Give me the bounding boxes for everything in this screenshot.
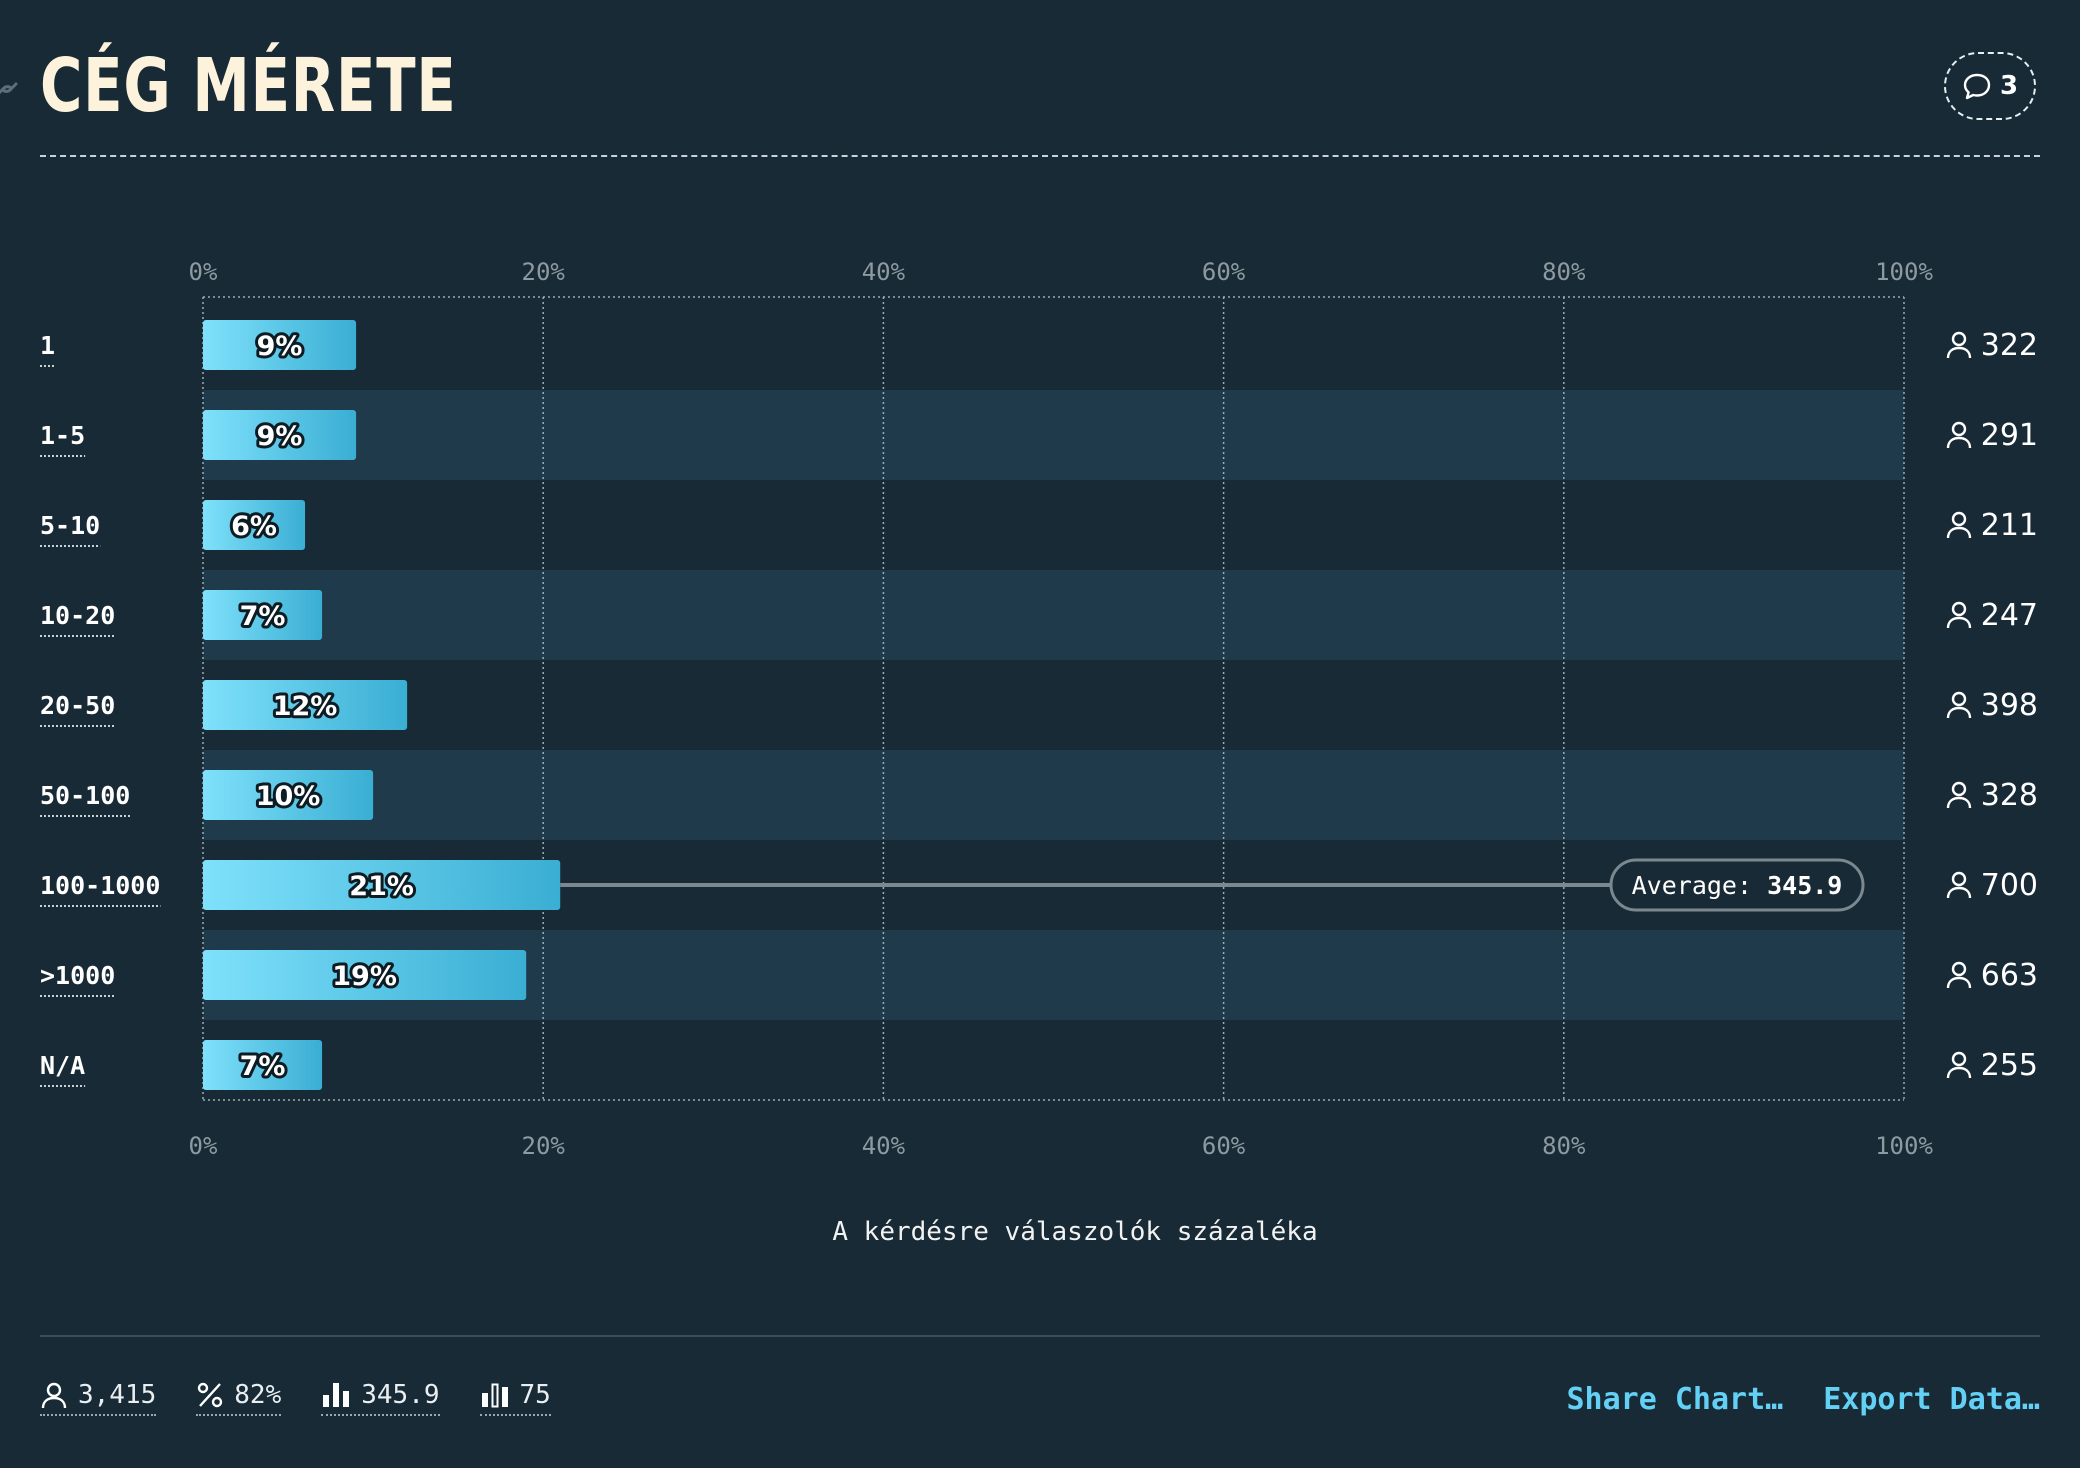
average-label-text: Average: — [1632, 871, 1767, 900]
person-icon — [1946, 331, 1972, 359]
category-label: 20-50 — [40, 691, 115, 720]
average-stat[interactable]: 345.9 — [321, 1380, 440, 1416]
bar-value-label: 21% — [349, 871, 414, 902]
respondents-stat[interactable]: 3,415 — [40, 1380, 157, 1416]
comments-button[interactable]: 3 — [1944, 52, 2036, 120]
x-tick-label-top: 60% — [1202, 258, 1246, 286]
median-stat[interactable]: 75 — [479, 1380, 551, 1416]
row-band — [203, 570, 1904, 660]
person-icon — [41, 1382, 67, 1409]
respondent-count: 322 — [1981, 328, 2038, 363]
x-tick-label-bottom: 60% — [1202, 1132, 1246, 1160]
respondent-count: 663 — [1981, 958, 2038, 993]
average-value: 345.9 — [1767, 871, 1842, 900]
person-icon — [1946, 781, 1972, 809]
percent-icon — [198, 1382, 223, 1408]
category-label: 10-20 — [40, 601, 115, 630]
x-tick-label-top: 0% — [189, 258, 218, 286]
link-icon[interactable] — [0, 72, 24, 106]
respondent-count: 247 — [1981, 598, 2038, 633]
bar-chart-icon — [323, 1383, 350, 1407]
bar-value-label: 9% — [257, 421, 303, 452]
average-label: Average: 345.9 — [1632, 871, 1843, 900]
axis-title: A kérdésre válaszolók százaléka — [832, 1217, 1318, 1247]
page-title: CÉG MÉRETE — [40, 43, 457, 129]
average-value: 345.9 — [361, 1380, 440, 1410]
person-icon — [1946, 421, 1972, 449]
respondent-count: 211 — [1981, 508, 2038, 543]
respondent-count: 700 — [1981, 868, 2038, 903]
header-divider — [40, 155, 2040, 157]
bar-value-label: 19% — [332, 961, 397, 992]
bar-value-label: 7% — [240, 1051, 286, 1082]
person-icon — [1946, 511, 1972, 539]
category-label: N/A — [40, 1051, 85, 1080]
x-tick-label-top: 20% — [522, 258, 566, 286]
category-label: 1-5 — [40, 421, 85, 450]
footer-actions: Share Chart… Export Data… — [1567, 1382, 2041, 1417]
respondent-count: 398 — [1981, 688, 2038, 723]
percentage-stat[interactable]: 82% — [196, 1380, 282, 1416]
category-label: 100-1000 — [40, 871, 160, 900]
footer-stats: 3,415 82% 345.9 75 — [40, 1380, 551, 1416]
respondent-count: 255 — [1981, 1048, 2038, 1083]
x-tick-label-bottom: 40% — [862, 1132, 906, 1160]
share-chart-link[interactable]: Share Chart… — [1567, 1382, 1784, 1417]
person-icon — [1946, 871, 1972, 899]
x-tick-label-top: 100% — [1875, 258, 1933, 286]
category-label: 5-10 — [40, 511, 100, 540]
comment-count: 3 — [1999, 71, 2019, 101]
bar-chart: 0% 0% 20% 20% 40% 40% 60% 60% 80% 80% 100% 100% Aver… — [40, 258, 2038, 1160]
person-icon — [1946, 961, 1972, 989]
person-icon — [1946, 601, 1972, 629]
row-band — [203, 750, 1904, 840]
percentage-value: 82% — [234, 1380, 282, 1410]
x-tick-label-bottom: 0% — [189, 1132, 218, 1160]
person-icon — [1946, 691, 1972, 719]
category-label: 50-100 — [40, 781, 130, 810]
bar-value-label: 12% — [273, 691, 338, 722]
respondent-count: 328 — [1981, 778, 2038, 813]
bar-value-label: 6% — [231, 511, 277, 542]
export-data-link[interactable]: Export Data… — [1823, 1382, 2040, 1417]
row-band — [203, 390, 1904, 480]
bar-chart-outline-icon — [481, 1383, 508, 1408]
bar-value-label: 7% — [240, 601, 286, 632]
person-icon — [1946, 1051, 1972, 1079]
x-tick-label-bottom: 80% — [1542, 1132, 1586, 1160]
x-tick-label-top: 80% — [1542, 258, 1586, 286]
x-tick-label-bottom: 20% — [522, 1132, 566, 1160]
respondent-count: 291 — [1981, 418, 2038, 453]
bar-value-label: 9% — [257, 331, 303, 362]
x-tick-label-bottom: 100% — [1875, 1132, 1933, 1160]
category-label: 1 — [40, 331, 55, 360]
speech-bubble-icon — [1963, 73, 1991, 100]
category-label: >1000 — [40, 961, 115, 990]
x-tick-label-top: 40% — [862, 258, 906, 286]
bar-value-label: 10% — [256, 781, 321, 812]
footer-divider — [40, 1335, 2040, 1337]
respondents-value: 3,415 — [78, 1380, 157, 1410]
median-value: 75 — [519, 1380, 551, 1410]
